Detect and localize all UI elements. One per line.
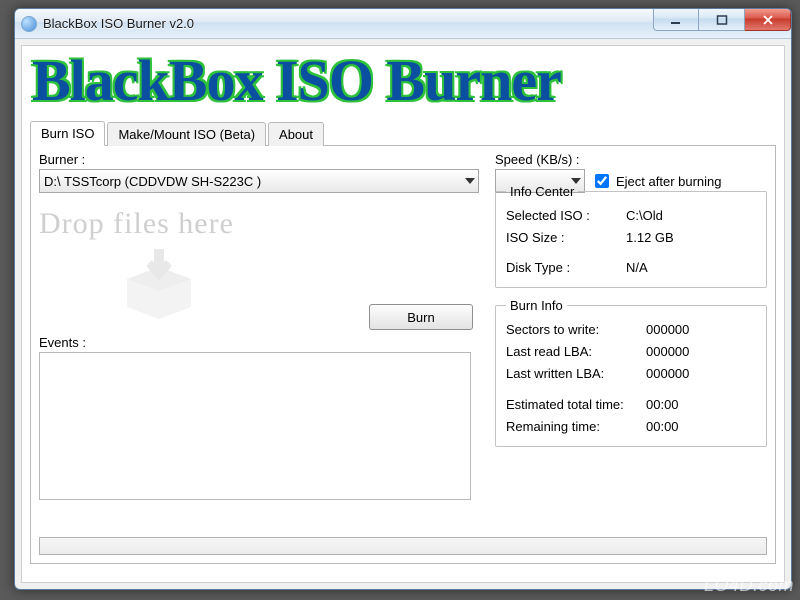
selected-iso-value: C:\Old	[626, 205, 756, 227]
last-written-lba-value: 000000	[646, 363, 756, 385]
close-button[interactable]	[745, 9, 791, 31]
tab-pane-burn: Burner : D:\ TSSTcorp (CDDVDW SH-S223C )…	[30, 146, 776, 564]
minimize-icon	[670, 15, 682, 25]
selected-iso-label: Selected ISO :	[506, 205, 626, 227]
estimated-time-value: 00:00	[646, 394, 756, 416]
disk-type-value: N/A	[626, 257, 756, 279]
info-center-legend: Info Center	[506, 184, 578, 199]
burner-select[interactable]: D:\ TSSTcorp (CDDVDW SH-S223C )	[39, 169, 479, 193]
info-center-group: Info Center Selected ISO : C:\Old ISO Si…	[495, 184, 767, 288]
drop-box-icon	[119, 249, 199, 319]
close-icon	[762, 15, 774, 25]
tab-about[interactable]: About	[268, 122, 324, 146]
last-written-lba-label: Last written LBA:	[506, 363, 646, 385]
app-icon	[21, 16, 37, 32]
window-title: BlackBox ISO Burner v2.0	[43, 16, 194, 31]
tab-burn-iso[interactable]: Burn ISO	[30, 121, 105, 146]
titlebar[interactable]: BlackBox ISO Burner v2.0	[15, 9, 791, 39]
sectors-to-write-label: Sectors to write:	[506, 319, 646, 341]
progress-bar	[39, 537, 767, 555]
burn-info-legend: Burn Info	[506, 298, 567, 313]
burn-info-group: Burn Info Sectors to write: 000000 Last …	[495, 298, 767, 446]
tab-make-mount-iso[interactable]: Make/Mount ISO (Beta)	[107, 122, 266, 146]
iso-size-value: 1.12 GB	[626, 227, 756, 249]
estimated-time-label: Estimated total time:	[506, 394, 646, 416]
tab-strip: Burn ISO Make/Mount ISO (Beta) About	[30, 120, 776, 146]
remaining-time-label: Remaining time:	[506, 416, 646, 438]
drop-files-zone[interactable]: Drop files here	[39, 201, 479, 321]
client-area: BlackBox ISO Burner Burn ISO Make/Mount …	[21, 45, 785, 583]
burner-label: Burner :	[39, 152, 479, 167]
sectors-to-write-value: 000000	[646, 319, 756, 341]
last-read-lba-value: 000000	[646, 341, 756, 363]
disk-type-label: Disk Type :	[506, 257, 626, 279]
maximize-button[interactable]	[699, 9, 745, 31]
last-read-lba-label: Last read LBA:	[506, 341, 646, 363]
app-banner: BlackBox ISO Burner	[30, 52, 776, 118]
maximize-icon	[716, 15, 728, 25]
window-controls	[653, 9, 791, 31]
minimize-button[interactable]	[653, 9, 699, 31]
speed-label: Speed (KB/s) :	[495, 152, 767, 167]
drop-files-text: Drop files here	[39, 207, 479, 241]
iso-size-label: ISO Size :	[506, 227, 626, 249]
app-window: BlackBox ISO Burner v2.0 BlackBox ISO Bu…	[14, 8, 792, 590]
remaining-time-value: 00:00	[646, 416, 756, 438]
burn-button[interactable]: Burn	[369, 304, 473, 330]
events-log[interactable]	[39, 352, 471, 500]
events-label: Events :	[39, 335, 479, 350]
